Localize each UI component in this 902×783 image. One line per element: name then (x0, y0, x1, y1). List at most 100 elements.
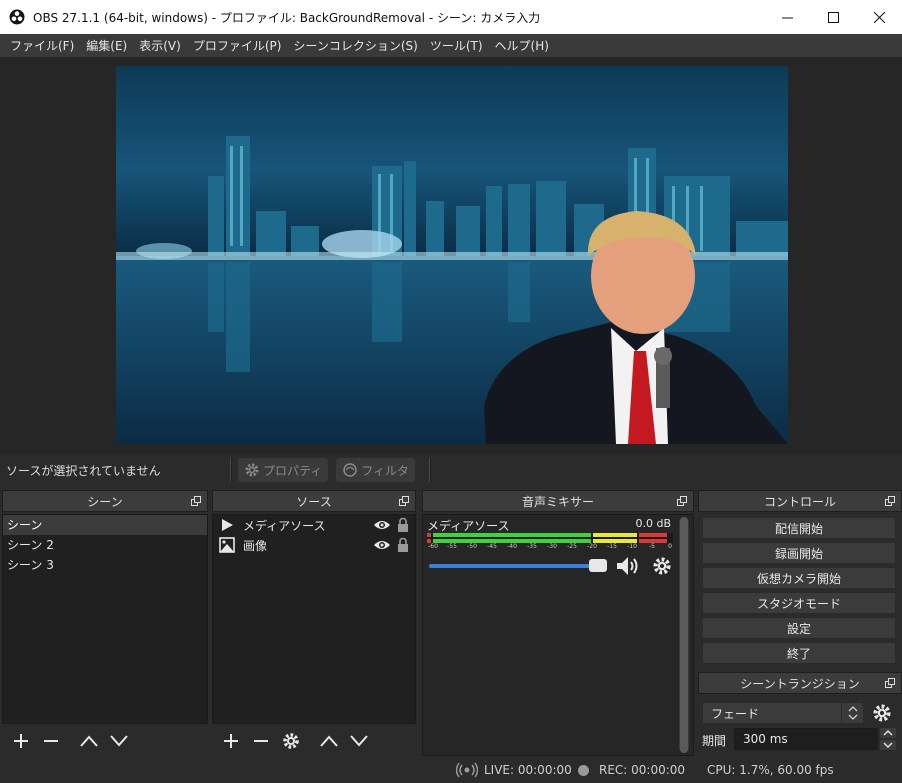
transition-select[interactable]: フェード (702, 702, 864, 724)
updown-icon (841, 703, 863, 723)
duration-spinner[interactable] (880, 728, 896, 750)
lock-icon[interactable] (397, 537, 409, 553)
meter-tick: -55 (447, 543, 457, 550)
undock-icon[interactable] (399, 496, 409, 506)
menu-view[interactable]: 表示(V) (133, 37, 187, 54)
volume-slider[interactable] (429, 564, 605, 568)
properties-label: プロパティ (263, 463, 323, 478)
menu-help[interactable]: ヘルプ(H) (489, 37, 555, 54)
properties-button[interactable]: プロパティ (238, 458, 329, 482)
play-icon (219, 517, 235, 533)
add-scene-button[interactable] (8, 728, 34, 754)
controls-dock-header: コントロール (698, 490, 902, 512)
undock-icon[interactable] (677, 496, 687, 506)
mixer-scrollbar[interactable] (679, 517, 689, 753)
source-label: メディアソース (243, 518, 326, 533)
scenes-dock: シーン シーン シーン 2 シーン 3 (2, 490, 208, 756)
scenes-dock-header: シーン (2, 490, 208, 512)
menu-bar: ファイル(F) 編集(E) 表示(V) プロファイル(P) シーンコレクション(… (0, 34, 902, 58)
maximize-icon (827, 11, 839, 23)
meter-tick: -15 (607, 543, 617, 550)
preview-image (116, 66, 788, 444)
preview-canvas[interactable] (116, 66, 788, 444)
sources-dock-header: ソース (212, 490, 416, 512)
source-item[interactable]: メディアソース (213, 515, 415, 535)
scrollbar-thumb[interactable] (680, 517, 688, 753)
studio-mode-button[interactable]: スタジオモード (702, 592, 896, 614)
menu-file[interactable]: ファイル(F) (4, 37, 80, 54)
menu-scene-collection[interactable]: シーンコレクション(S) (287, 37, 423, 54)
undock-icon[interactable] (885, 496, 895, 506)
volume-slider-handle[interactable] (589, 559, 607, 572)
chevron-up-icon (320, 735, 338, 747)
menu-edit[interactable]: 編集(E) (80, 37, 133, 54)
scenes-toolbar (2, 726, 208, 756)
meter-tick: -25 (567, 543, 577, 550)
scene-item[interactable]: シーン 3 (3, 555, 207, 575)
gear-icon (245, 463, 259, 477)
maximize-button[interactable] (810, 0, 856, 34)
scene-item[interactable]: シーン (3, 515, 207, 535)
add-source-button[interactable] (218, 728, 244, 754)
cpu-usage: CPU: 1.7%, 60.00 fps (707, 763, 834, 777)
sources-list: メディアソース 画像 (212, 514, 416, 724)
status-bar: LIVE: 00:00:00 REC: 00:00:00 CPU: 1.7%, … (0, 757, 902, 783)
menu-tools[interactable]: ツール(T) (424, 37, 489, 54)
filters-button[interactable]: フィルタ (336, 458, 416, 482)
preview-area (0, 58, 902, 454)
transitions-dock-title: シーントランジション (740, 676, 860, 691)
context-bar: ソースが選択されていません プロパティ フィルタ (0, 454, 902, 486)
undock-icon[interactable] (885, 678, 895, 688)
meter-tick: 0 (668, 543, 672, 550)
close-button[interactable] (856, 0, 902, 34)
sources-dock-title: ソース (296, 494, 332, 509)
title-bar: OBS 27.1.1 (64-bit, windows) - プロファイル: B… (0, 0, 902, 34)
controls-dock: コントロール 配信開始 録画開始 仮想カメラ開始 スタジオモード 設定 終了 (698, 490, 902, 670)
volume-meter (427, 533, 673, 543)
mixer-channel: メディアソース 0.0 dB -60 -55 -50 -45 -40 -35 -… (422, 514, 694, 756)
gear-icon[interactable] (652, 556, 672, 576)
scene-item[interactable]: シーン 2 (3, 535, 207, 555)
mixer-level-db: 0.0 dB (635, 517, 671, 530)
menu-profile[interactable]: プロファイル(P) (187, 37, 288, 54)
start-virtual-camera-button[interactable]: 仮想カメラ開始 (702, 567, 896, 589)
meter-tick: -50 (467, 543, 477, 550)
start-streaming-button[interactable]: 配信開始 (702, 517, 896, 539)
move-source-down-button[interactable] (346, 728, 372, 754)
mixer-dock-header: 音声ミキサー (422, 490, 694, 512)
sources-dock: ソース メディアソース 画像 (212, 490, 416, 756)
remove-source-button[interactable] (248, 728, 274, 754)
selection-status: ソースが選択されていません (6, 463, 161, 478)
move-scene-up-button[interactable] (76, 728, 102, 754)
transitions-dock-header: シーントランジション (698, 672, 902, 694)
eye-icon[interactable] (373, 538, 391, 552)
settings-button[interactable]: 設定 (702, 617, 896, 639)
speaker-icon[interactable] (616, 555, 642, 577)
gear-icon[interactable] (872, 703, 892, 723)
transition-selected: フェード (711, 706, 760, 721)
source-properties-button[interactable] (278, 728, 304, 754)
context-separator (429, 458, 432, 482)
source-item[interactable]: 画像 (213, 535, 415, 555)
duration-input[interactable]: 300 ms (734, 728, 878, 750)
meter-tick: -20 (587, 543, 597, 550)
remove-scene-button[interactable] (38, 728, 64, 754)
lock-icon[interactable] (397, 517, 409, 533)
chevron-down-icon (350, 735, 368, 747)
move-scene-down-button[interactable] (106, 728, 132, 754)
context-separator (230, 458, 232, 482)
obs-logo-icon (9, 9, 25, 25)
meter-tick: -45 (487, 543, 497, 550)
eye-icon[interactable] (373, 518, 391, 532)
window-title: OBS 27.1.1 (64-bit, windows) - プロファイル: B… (33, 10, 541, 25)
exit-button[interactable]: 終了 (702, 642, 896, 664)
minimize-button[interactable] (764, 0, 810, 34)
rec-time: REC: 00:00:00 (599, 763, 686, 777)
duration-value: 300 ms (743, 732, 788, 746)
move-source-up-button[interactable] (316, 728, 342, 754)
start-recording-button[interactable]: 録画開始 (702, 542, 896, 564)
meter-tick: -35 (527, 543, 537, 550)
meter-tick: -40 (507, 543, 517, 550)
minus-icon (44, 740, 58, 742)
undock-icon[interactable] (191, 496, 201, 506)
